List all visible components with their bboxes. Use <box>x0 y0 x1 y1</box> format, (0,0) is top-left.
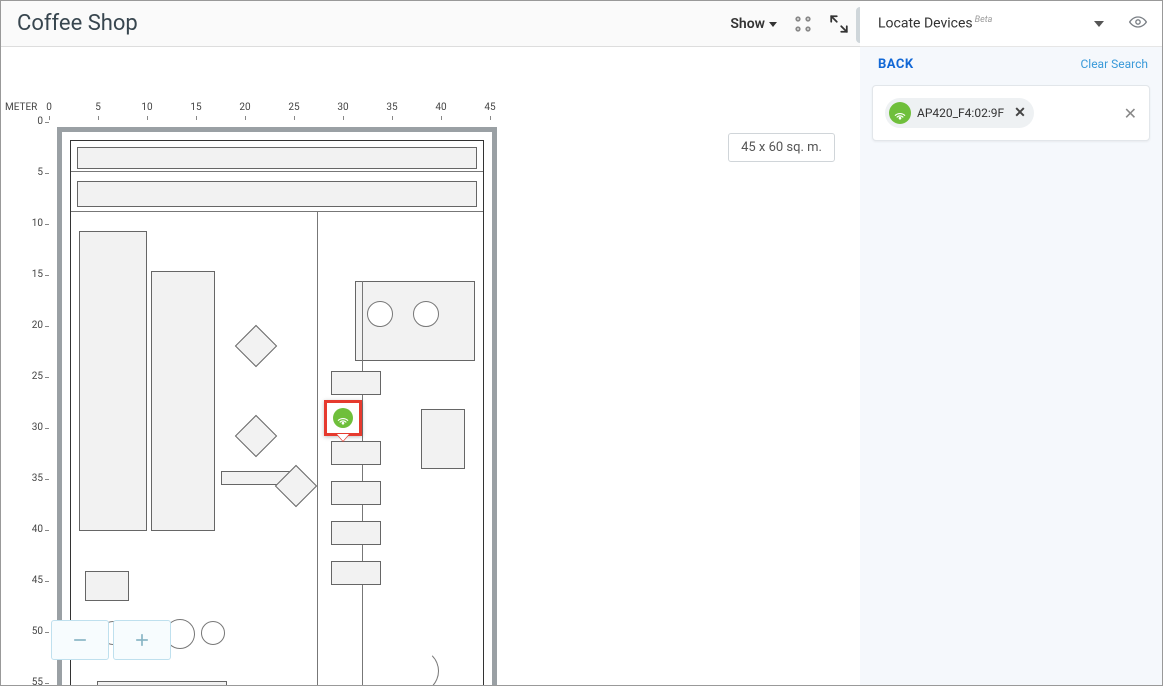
top-bar-right: Show <box>730 1 849 47</box>
back-link[interactable]: BACK <box>878 57 914 72</box>
zoom-in-button[interactable] <box>113 620 171 660</box>
ruler-left-tick: 0 <box>13 116 43 127</box>
grid-view-icon[interactable] <box>793 14 813 34</box>
show-dropdown[interactable]: Show <box>730 16 777 32</box>
tool-tray <box>51 620 171 660</box>
chip-remove-icon[interactable]: ✕ <box>1014 105 1026 121</box>
dimensions-badge: 45 x 60 sq. m. <box>728 133 835 162</box>
side-panel: Locate DevicesBeta BACK Clear Search AP4… <box>860 1 1162 685</box>
chevron-down-icon <box>1094 21 1104 27</box>
beta-badge: Beta <box>975 15 993 25</box>
panel-mode-label: Locate DevicesBeta <box>878 15 1086 32</box>
ruler-top-tick: 40 <box>431 102 451 113</box>
ruler-left-tick: 15 <box>13 269 43 280</box>
ap-icon <box>333 408 353 428</box>
ruler-top: 051015202530354045 <box>45 102 861 118</box>
page-title: Coffee Shop <box>17 11 138 36</box>
ruler-top-tick: 0 <box>39 102 59 113</box>
device-chip[interactable]: AP420_F4:02:9F ✕ <box>885 98 1034 128</box>
ruler-top-tick: 20 <box>235 102 255 113</box>
device-chip-label: AP420_F4:02:9F <box>917 106 1004 120</box>
ruler-top-tick: 15 <box>186 102 206 113</box>
floorplan-viewport[interactable]: METER 0 5 10 15 20 25 30 35 40 45 0 5 10 15 20 25 30 35 4… <box>1 47 861 685</box>
ruler-left-tick: 25 <box>13 371 43 382</box>
ruler-top-tick: 45 <box>480 102 500 113</box>
ruler-top-tick: 5 <box>88 102 108 113</box>
visibility-icon[interactable] <box>1128 12 1148 36</box>
chevron-down-icon <box>769 22 777 27</box>
ruler-left-tick: 20 <box>13 320 43 331</box>
panel-mode-text: Locate Devices <box>878 16 973 32</box>
ruler-left-tick: 50 <box>13 626 43 637</box>
ruler-top-tick: 10 <box>137 102 157 113</box>
ruler-unit-label: METER <box>5 102 37 113</box>
ruler-left-tick: 45 <box>13 575 43 586</box>
top-bar: Coffee Shop Show <box>1 1 861 47</box>
floorplan-image <box>57 127 497 685</box>
ruler-left-tick: 10 <box>13 218 43 229</box>
ruler-top-tick: 25 <box>284 102 304 113</box>
ap-marker[interactable] <box>324 400 362 436</box>
clear-search-link[interactable]: Clear Search <box>1080 57 1148 71</box>
device-card: AP420_F4:02:9F ✕ ✕ <box>872 85 1150 141</box>
ap-icon <box>889 102 911 124</box>
ruler-top-tick: 35 <box>382 102 402 113</box>
ruler-left-tick: 5 <box>13 167 43 178</box>
ruler-left-tick: 30 <box>13 422 43 433</box>
ruler-top-tick: 30 <box>333 102 353 113</box>
side-panel-subheader: BACK Clear Search <box>860 47 1162 79</box>
show-label: Show <box>730 16 765 32</box>
expand-icon[interactable] <box>829 14 849 34</box>
card-close-icon[interactable]: ✕ <box>1124 104 1137 123</box>
zoom-out-button[interactable] <box>51 620 109 660</box>
ruler-left: 0510152025303540455055 <box>13 122 43 685</box>
ruler-left-tick: 55 <box>13 677 43 685</box>
side-panel-header[interactable]: Locate DevicesBeta <box>860 1 1162 47</box>
main-area: Coffee Shop Show METER 0 5 10 15 20 <box>1 1 862 685</box>
ruler-left-tick: 35 <box>13 473 43 484</box>
ruler-left-tick: 40 <box>13 524 43 535</box>
